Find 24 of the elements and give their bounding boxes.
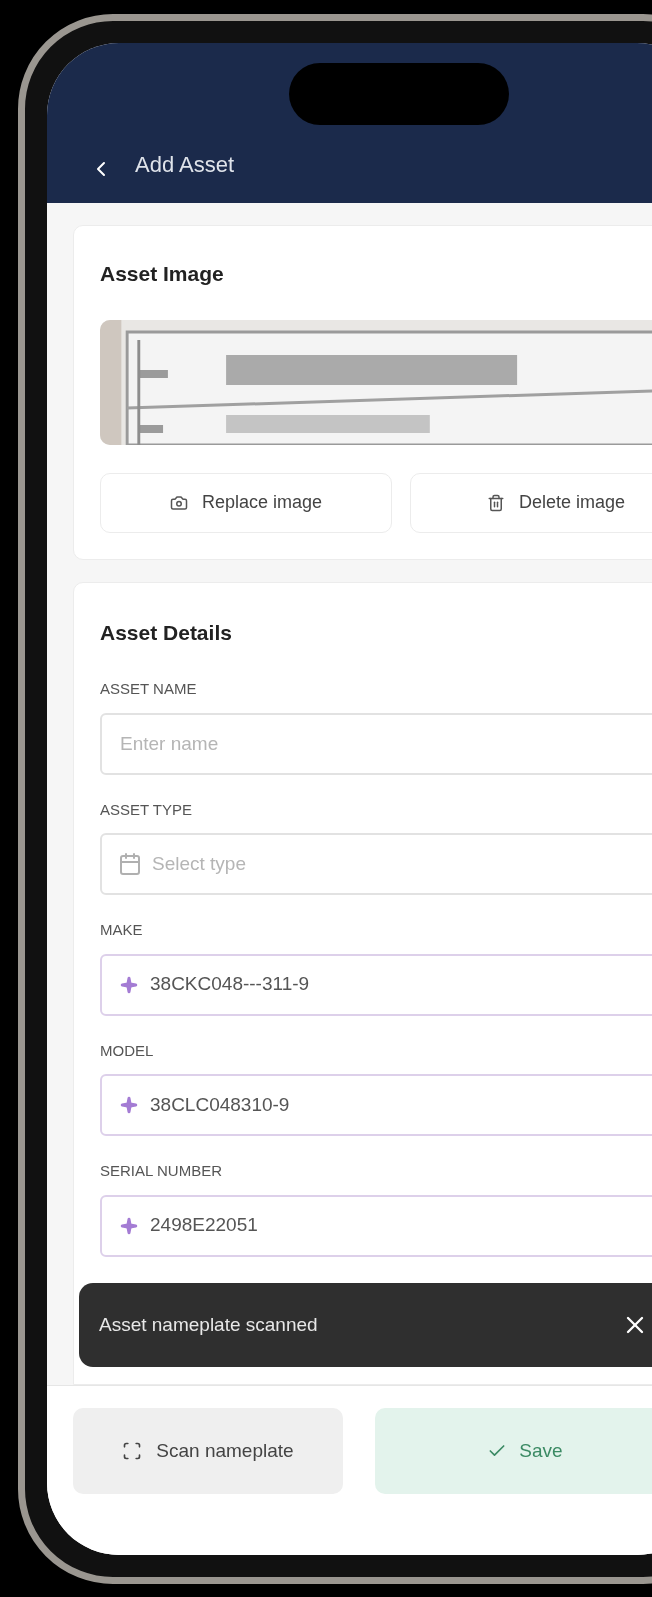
card-title: Asset Image <box>100 261 225 287</box>
sparkle-icon <box>120 1096 138 1114</box>
image-action-button[interactable]: Replace image <box>100 472 392 533</box>
camera-icon <box>169 493 188 512</box>
scanned-field[interactable]: 38CKC048---311-9 <box>100 953 652 1016</box>
trash-icon <box>486 493 505 512</box>
scanned-field[interactable]: 2498E22051 <box>100 1194 652 1257</box>
field-label: ASSET TYPE <box>100 799 193 820</box>
save-button[interactable]: Save <box>375 1408 652 1494</box>
sparkle-icon <box>120 1216 138 1235</box>
scan-icon <box>122 1441 143 1461</box>
field-label: SERIAL NUMBER <box>100 1161 223 1181</box>
scanned-field[interactable]: 38CLC048310-9 <box>100 1074 652 1136</box>
toast-message: Asset nameplate scanned <box>99 1312 318 1337</box>
page-title: Add Asset <box>135 151 235 179</box>
calendar-icon <box>118 852 142 876</box>
scan-button[interactable]: Scan nameplate <box>73 1408 343 1494</box>
name-field[interactable]: Enter name <box>100 712 652 775</box>
card-title: Asset Details <box>100 619 233 646</box>
sparkle-icon <box>120 975 138 994</box>
image-action-button[interactable]: Delete image <box>410 472 652 533</box>
field-label: MAKE <box>100 920 144 940</box>
field-label: MODEL <box>100 1040 155 1061</box>
field-label: ASSET NAME <box>100 679 198 699</box>
